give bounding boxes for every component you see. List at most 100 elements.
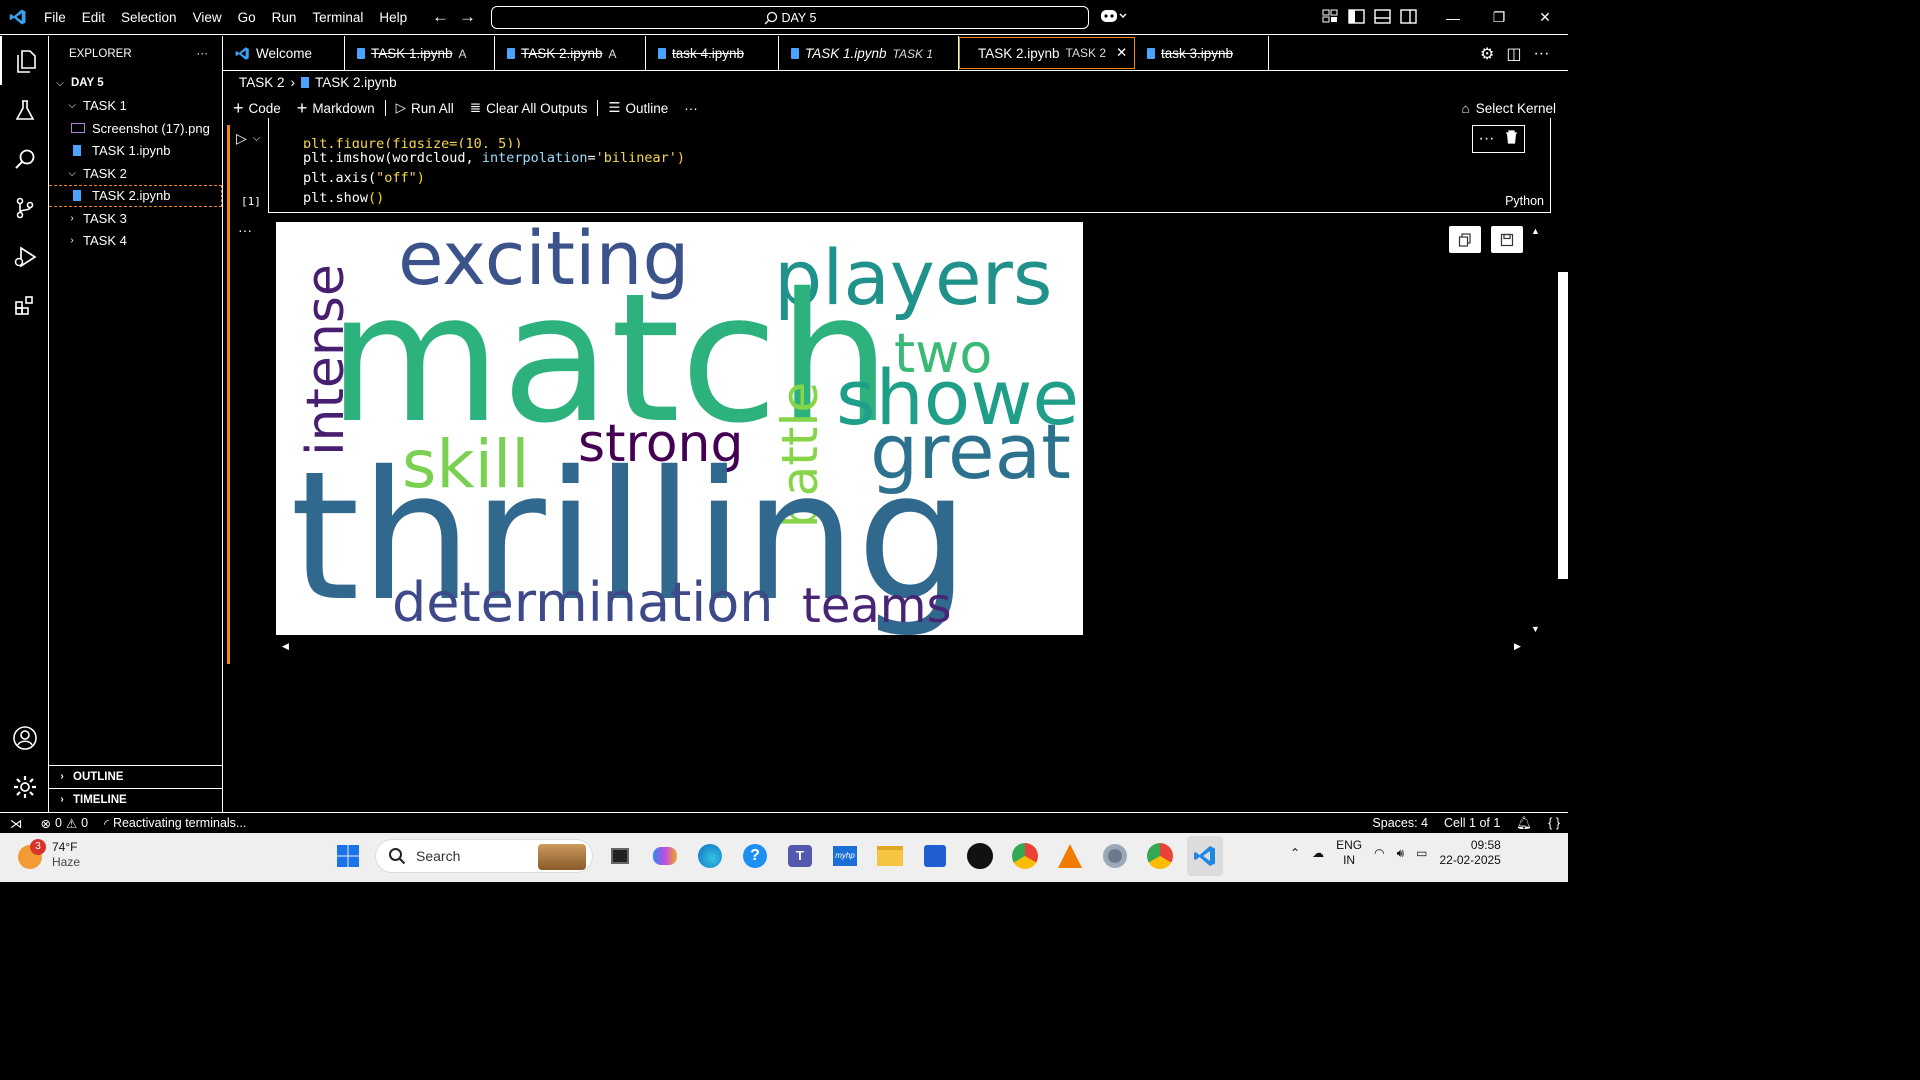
remote-indicator-icon[interactable]: ⋊	[0, 816, 33, 831]
scroll-up-arrow-icon[interactable]: ▲	[1531, 226, 1540, 236]
tab-task3[interactable]: task 3.ipynb	[1135, 36, 1269, 71]
weather-widget[interactable]: 3 74°F Haze	[16, 839, 80, 870]
folder-task1[interactable]: ⌵ TASK 1	[49, 95, 222, 118]
scroll-down-arrow-icon[interactable]: ▼	[1531, 624, 1540, 634]
command-center[interactable]: DAY 5	[491, 6, 1089, 29]
myhp-icon[interactable]: myhp	[827, 836, 863, 876]
code-cell-editor[interactable]: plt.figure(figsize=(10, 5)) plt.imshow(wo…	[268, 118, 1551, 213]
add-code-cell-button[interactable]: + Code	[223, 96, 289, 120]
chevron-down-icon[interactable]: ⌵	[253, 133, 261, 144]
settings-app-icon[interactable]	[1097, 836, 1133, 876]
outline-button[interactable]: ☰ Outline	[600, 96, 676, 120]
notebook-settings-gear-icon[interactable]: ⚙	[1480, 44, 1494, 64]
save-output-icon[interactable]	[1491, 226, 1523, 253]
notifications-bell-icon[interactable]: 🔔︎	[1508, 816, 1540, 831]
more-actions-icon[interactable]: ···	[1533, 45, 1549, 63]
restore-icon[interactable]: ❐	[1476, 0, 1522, 35]
search-icon[interactable]	[0, 134, 49, 183]
menu-selection[interactable]: Selection	[113, 0, 185, 35]
scroll-left-arrow-icon[interactable]: ◀	[282, 641, 289, 652]
folder-task4[interactable]: › TASK 4	[49, 230, 222, 253]
whatsapp-icon[interactable]	[962, 836, 998, 876]
edge-browser-icon[interactable]	[692, 836, 728, 876]
cell-position-status[interactable]: Cell 1 of 1	[1436, 816, 1508, 830]
split-editor-icon[interactable]: ◫	[1506, 44, 1521, 64]
back-arrow-icon[interactable]: ←	[432, 7, 449, 27]
editor-scrollbar[interactable]	[1558, 272, 1568, 579]
battery-icon[interactable]: ▭	[1416, 846, 1427, 860]
folder-task2[interactable]: ⌵ TASK 2	[49, 162, 222, 185]
chrome-icon[interactable]	[1007, 836, 1043, 876]
copy-output-icon[interactable]	[1449, 226, 1481, 253]
tab-task2-deleted[interactable]: TASK 2.ipynb A	[495, 36, 646, 71]
minimize-icon[interactable]: —	[1430, 0, 1476, 35]
timeline-section[interactable]: › TIMELINE	[49, 788, 222, 810]
menu-help[interactable]: Help	[371, 0, 415, 35]
chrome-profile-icon[interactable]	[1142, 836, 1178, 876]
chevron-up-icon[interactable]: ⌃	[1290, 846, 1300, 860]
vlc-icon[interactable]	[1052, 836, 1088, 876]
gear-icon[interactable]	[0, 762, 49, 811]
cell-language[interactable]: Python	[1505, 194, 1544, 208]
source-control-icon[interactable]	[0, 183, 49, 232]
onedrive-icon[interactable]: ☁	[1312, 846, 1324, 860]
wifi-icon[interactable]: ◠	[1374, 846, 1384, 860]
tab-task1[interactable]: TASK 1.ipynb TASK 1	[779, 36, 959, 71]
close-window-icon[interactable]: ✕	[1522, 0, 1568, 35]
problems-indicator[interactable]: ⊗ 0 ⚠ 0	[33, 816, 97, 831]
language-indicator[interactable]: ENG IN	[1336, 838, 1362, 868]
file-task1-ipynb[interactable]: TASK 1.ipynb	[49, 140, 222, 163]
explorer-icon[interactable]	[0, 36, 49, 85]
task-view-icon[interactable]	[602, 836, 638, 876]
toggle-secondary-sidebar-icon[interactable]	[1400, 8, 1417, 25]
more-actions-icon[interactable]: ···	[197, 48, 209, 60]
forward-arrow-icon[interactable]: →	[459, 7, 476, 27]
delete-cell-icon[interactable]	[1505, 129, 1518, 149]
toggle-panel-icon[interactable]	[1374, 8, 1391, 25]
output-more-icon[interactable]: ···	[238, 222, 252, 238]
tab-task4[interactable]: task 4.ipynb	[646, 36, 779, 71]
folder-task3[interactable]: › TASK 3	[49, 207, 222, 230]
indentation-status[interactable]: Spaces: 4	[1364, 816, 1436, 830]
menu-file[interactable]: File	[36, 0, 74, 35]
accounts-icon[interactable]	[0, 713, 49, 762]
menu-terminal[interactable]: Terminal	[304, 0, 371, 35]
file-explorer-icon[interactable]	[872, 836, 908, 876]
menu-view[interactable]: View	[185, 0, 230, 35]
vscode-taskbar-icon[interactable]	[1187, 836, 1223, 876]
run-debug-icon[interactable]	[0, 232, 49, 281]
outline-section[interactable]: › OUTLINE	[49, 765, 222, 787]
tab-task2-active[interactable]: TASK 2.ipynb TASK 2 ✕	[959, 37, 1135, 69]
windows-start-icon[interactable]	[330, 836, 366, 876]
copilot-icon[interactable]	[1100, 8, 1128, 28]
customize-layout-icon[interactable]	[1322, 8, 1339, 25]
menu-edit[interactable]: Edit	[74, 0, 113, 35]
folder-day5[interactable]: ⌵ DAY 5	[49, 72, 222, 95]
toggle-primary-sidebar-icon[interactable]	[1348, 8, 1365, 25]
scroll-right-arrow-icon[interactable]: ▶	[1514, 641, 1521, 652]
extensions-icon[interactable]	[0, 281, 49, 330]
select-kernel-button[interactable]: ⌂ Select Kernel	[1462, 101, 1556, 116]
clear-outputs-button[interactable]: ≣ Clear All Outputs	[462, 96, 596, 120]
clock[interactable]: 09:58 22-02-2025	[1439, 838, 1500, 868]
run-all-button[interactable]: ▷ Run All	[388, 96, 462, 120]
testing-beaker-icon[interactable]	[0, 85, 49, 134]
more-actions-icon[interactable]: ···	[676, 96, 706, 120]
breadcrumb-folder[interactable]: TASK 2	[239, 75, 285, 90]
volume-icon[interactable]: 🔊︎	[1397, 846, 1405, 861]
run-cell-button[interactable]: ▷ ⌵	[236, 130, 260, 147]
more-actions-icon[interactable]: ···	[1479, 130, 1495, 148]
add-markdown-cell-button[interactable]: + Markdown	[289, 96, 383, 120]
file-screenshot[interactable]: Screenshot (17).png	[49, 117, 222, 140]
get-help-icon[interactable]: ?	[737, 836, 773, 876]
file-task2-ipynb[interactable]: TASK 2.ipynb	[49, 184, 222, 207]
menu-run[interactable]: Run	[264, 0, 305, 35]
braces-icon[interactable]: { }	[1540, 816, 1568, 830]
microsoft-store-icon[interactable]	[917, 836, 953, 876]
copilot-app-icon[interactable]	[647, 836, 683, 876]
close-icon[interactable]: ✕	[1116, 45, 1127, 61]
breadcrumb-file[interactable]: TASK 2.ipynb	[315, 75, 397, 90]
menu-go[interactable]: Go	[230, 0, 264, 35]
tab-task1-deleted[interactable]: TASK 1.ipynb A	[345, 36, 495, 71]
tab-welcome[interactable]: Welcome	[223, 36, 345, 71]
